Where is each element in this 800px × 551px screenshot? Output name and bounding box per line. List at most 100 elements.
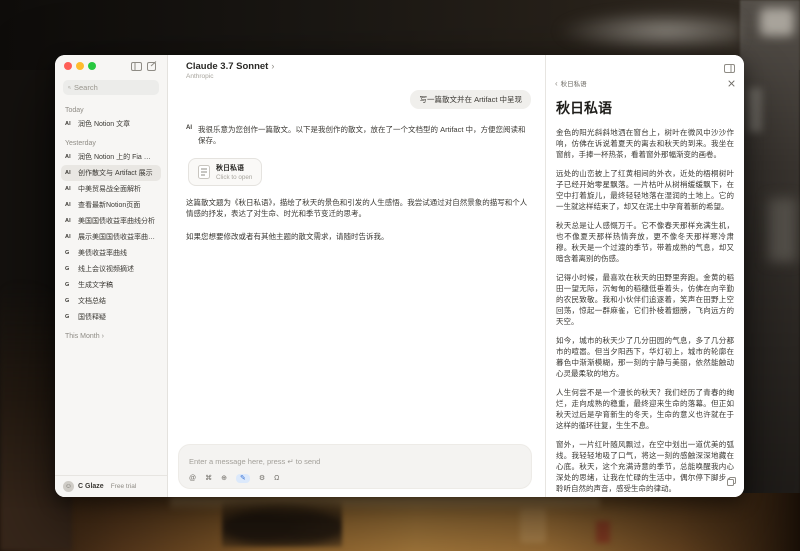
claude-chat-icon: AI [65, 186, 74, 192]
sidebar-item-label: 美国国债收益率曲线分析 [78, 216, 155, 226]
search-box[interactable] [63, 80, 159, 95]
sidebar-item-label: 美债收益率曲线 [78, 248, 127, 258]
message-composer[interactable]: @ ⌘ ⊕ ✎ ⚙ Ω [178, 444, 532, 489]
sidebar-item[interactable]: AI 查看最新Notion页面 [61, 197, 161, 213]
minimize-window-button[interactable] [76, 62, 84, 70]
claude-chat-icon: AI [65, 154, 74, 160]
breadcrumb-label[interactable]: 秋日私语 [561, 78, 587, 88]
section-this-month[interactable]: This Month › [65, 333, 157, 340]
sidebar: Today AI 润色 Notion 文章 Yesterday AI 润色 No… [55, 55, 168, 497]
model-selector[interactable]: Claude 3.7 Sonnet › [186, 61, 531, 72]
artifact-card-subtitle: Click to open [216, 174, 252, 181]
web-search-icon[interactable]: ⊕ [221, 475, 227, 482]
model-subtitle: Anthropic [186, 73, 531, 80]
background-blob [768, 198, 796, 262]
background-blob [520, 507, 546, 543]
document-icon [198, 165, 210, 179]
sidebar-toggle-icon[interactable] [130, 61, 142, 71]
background-shelf [740, 0, 800, 551]
window-titlebar [55, 55, 167, 77]
gemini-chat-icon: G [65, 266, 74, 272]
gemini-chat-icon: G [65, 298, 74, 304]
artifact-card[interactable]: 秋日私语 Click to open [188, 158, 262, 186]
sidebar-item[interactable]: G 文档总结 [61, 293, 161, 309]
sidebar-item-selected[interactable]: AI 创作散文与 Artifact 展示 [61, 165, 161, 181]
gemini-chat-icon: G [65, 282, 74, 288]
background-blob [596, 521, 610, 543]
essay-paragraph: 远处的山峦披上了红黄相间的外衣，近处的梧桐树叶子已经开始零星飘落。一片枯叶从树梢… [556, 168, 734, 212]
sidebar-item[interactable]: AI 美国国债收益率曲线分析 [61, 213, 161, 229]
artifact-card-title: 秋日私语 [216, 163, 252, 173]
essay-paragraph: 如今，城市的秋天少了几分田园的气息，多了几分都市的喧嚣。但当夕阳西下，华灯初上，… [556, 335, 734, 379]
artifact-pen-icon[interactable]: ✎ [236, 474, 250, 483]
sidebar-item-label: 国债释疑 [78, 312, 106, 322]
sidebar-item-label: 润色 Notion 文章 [78, 119, 130, 129]
user-message-bubble: 写一篇散文并在 Artifact 中呈现 [410, 90, 531, 109]
chat-main: Claude 3.7 Sonnet › Anthropic 写一篇散文并在 Ar… [168, 55, 545, 497]
attach-icon[interactable]: @ [189, 475, 196, 482]
essay-paragraph: 人生何尝不是一个漫长的秋天？我们经历了青春的绚烂，走向成熟的稳重，最终迎来生命的… [556, 387, 734, 431]
claude-chat-icon: AI [65, 234, 74, 240]
claude-chat-icon: AI [65, 170, 74, 176]
command-icon[interactable]: ⌘ [205, 475, 212, 482]
sidebar-item-label: 线上会议视频摘述 [78, 264, 134, 274]
sidebar-item[interactable]: AI 中美贸易战全面解析 [61, 181, 161, 197]
new-chat-icon[interactable] [146, 61, 158, 71]
claude-chat-icon: AI [65, 121, 74, 127]
essay-title: 秋日私语 [556, 98, 734, 118]
claude-app-window: Today AI 润色 Notion 文章 Yesterday AI 润色 No… [55, 55, 744, 497]
chevron-left-icon[interactable]: ‹ [555, 79, 558, 88]
message-input[interactable] [189, 457, 521, 466]
sidebar-item[interactable]: G 生成文字稿 [61, 277, 161, 293]
section-label-today: Today [65, 107, 157, 114]
chat-history-list: Today AI 润色 Notion 文章 Yesterday AI 润色 No… [55, 95, 167, 340]
sidebar-item[interactable]: AI 润色 Notion 上的 Fia 文章 [61, 149, 161, 165]
sidebar-item-label: 润色 Notion 上的 Fia 文章 [78, 152, 157, 162]
sidebar-item-label: 中美贸易战全面解析 [78, 184, 141, 194]
search-input[interactable] [74, 83, 154, 92]
sidebar-item[interactable]: AI 展示美国国债收益率曲线给… [61, 229, 161, 245]
zoom-window-button[interactable] [88, 62, 96, 70]
claude-chat-icon: AI [65, 218, 74, 224]
assistant-intro-text: 我很乐意为您创作一篇散文。以下是我创作的散文，放在了一个文档型的 Artifac… [198, 124, 531, 147]
account-footer[interactable]: ☺ C Glaze Free trial [55, 475, 167, 497]
gemini-chat-icon: G [65, 250, 74, 256]
gemini-chat-icon: G [65, 314, 74, 320]
assistant-avatar-icon: AI [186, 124, 192, 131]
tools-icon[interactable]: ⚙ [259, 475, 265, 482]
sidebar-item[interactable]: G 国债释疑 [61, 309, 161, 325]
background-blob [555, 10, 740, 52]
panel-toggle-icon[interactable] [724, 64, 735, 73]
background-blob [760, 8, 794, 36]
account-name: C Glaze [78, 483, 104, 490]
sidebar-item[interactable]: G 美债收益率曲线 [61, 245, 161, 261]
search-icon [68, 84, 71, 91]
assistant-paragraph: 这篇散文题为《秋日私语》，描绘了秋天的景色和引发的人生感悟。我尝试通过对自然景象… [186, 197, 531, 220]
sidebar-item-label: 展示美国国债收益率曲线给… [78, 232, 157, 242]
model-title: Claude 3.7 Sonnet [186, 61, 268, 72]
assistant-message: AI 我很乐意为您创作一篇散文。以下是我创作的散文，放在了一个文档型的 Arti… [186, 124, 531, 147]
essay-paragraph: 金色的阳光斜斜地洒在窗台上，树叶在微风中沙沙作响，仿佛在诉说着夏天的离去和秋天的… [556, 127, 734, 160]
sidebar-item-label: 生成文字稿 [78, 280, 113, 290]
sidebar-item[interactable]: AI 润色 Notion 文章 [61, 116, 161, 132]
close-window-button[interactable] [64, 62, 72, 70]
composer-toolbar: @ ⌘ ⊕ ✎ ⚙ Ω [189, 474, 521, 483]
section-label-yesterday: Yesterday [65, 140, 157, 147]
essay-paragraph: 记得小时候，最喜欢在秋天的田野里奔跑。金黄的稻田一望无际，沉甸甸的稻穗低垂着头，… [556, 272, 734, 327]
essay-paragraph: 窗外，一片红叶随风飘过，在空中划出一道优美的弧线。我轻轻地吸了口气，将这一刻的感… [556, 439, 734, 494]
style-icon[interactable]: Ω [274, 475, 279, 482]
copy-icon[interactable] [727, 473, 736, 491]
sidebar-item-label: 查看最新Notion页面 [78, 200, 140, 210]
artifact-document[interactable]: 秋日私语 金色的阳光斜斜地洒在窗台上，树叶在微风中沙沙作响，仿佛在诉说着夏天的离… [546, 92, 744, 497]
claude-chat-icon: AI [65, 202, 74, 208]
background-blob [222, 497, 342, 547]
sidebar-item[interactable]: G 线上会议视频摘述 [61, 261, 161, 277]
close-panel-icon[interactable] [728, 80, 735, 87]
chevron-right-icon: › [271, 61, 274, 71]
assistant-paragraph: 如果您想要修改或者有其他主题的散文需求，请随时告诉我。 [186, 231, 531, 243]
artifact-panel: ‹ 秋日私语 秋日私语 金色的阳光斜斜地洒在窗台上，树叶在微风中沙沙作响，仿佛在… [545, 55, 744, 497]
avatar: ☺ [63, 481, 74, 492]
sidebar-item-label: 文档总结 [78, 296, 106, 306]
essay-paragraph: 秋天总是让人感慨万千。它不像春天那样充满生机，也不像夏天那样热情奔放，更不像冬天… [556, 220, 734, 264]
artifact-breadcrumb: ‹ 秋日私语 [546, 75, 744, 92]
